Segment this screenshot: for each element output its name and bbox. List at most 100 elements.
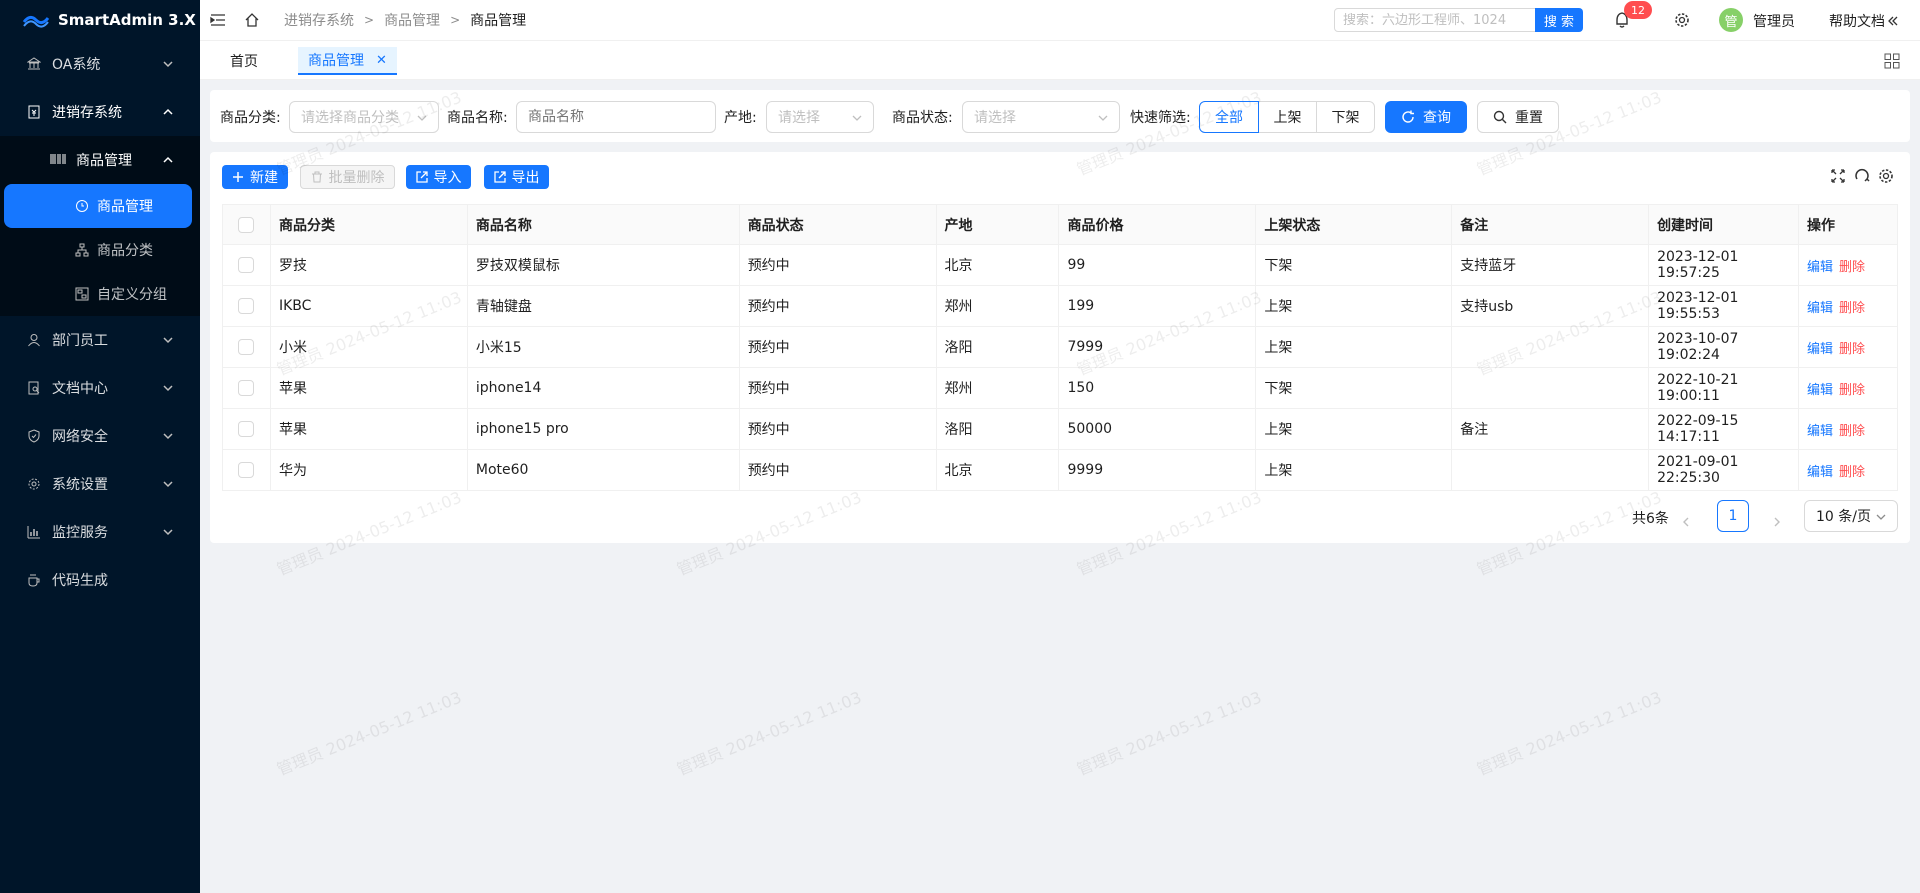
row-checkbox[interactable] [238,298,255,314]
sidebar-item-goods-manage[interactable]: 商品管理 [4,184,192,228]
table-row: 苹果 iphone14 预约中 郑州 150 下架 2022-10-21 19:… [222,367,1898,409]
edit-link[interactable]: 编辑 [1807,301,1833,316]
sidebar-item-goods-category[interactable]: 商品分类 [0,228,200,272]
edit-link[interactable]: 编辑 [1807,260,1833,275]
sidebar-item-label: 文档中心 [52,381,108,397]
new-button[interactable]: 新建 [222,165,288,189]
avatar[interactable]: 管 [1719,8,1743,32]
origin-select[interactable]: 请选择 [766,101,874,133]
menu-fold-icon[interactable] [210,12,226,28]
row-checkbox[interactable] [238,339,255,355]
select-all-checkbox[interactable] [238,216,255,233]
chevron-down-icon [852,115,862,121]
row-select-cell [222,408,271,450]
help-docs-link[interactable]: 帮助文档 [1829,11,1899,31]
chevron-down-icon [1098,115,1108,121]
batch-delete-button[interactable]: 批量删除 [300,165,395,189]
delete-link[interactable]: 删除 [1839,465,1865,480]
home-icon[interactable] [244,12,260,28]
edit-link[interactable]: 编辑 [1807,383,1833,398]
query-button[interactable]: 查询 [1385,101,1467,133]
edit-link[interactable]: 编辑 [1807,342,1833,357]
cell-price: 150 [1058,367,1257,409]
sidebar-item-oa[interactable]: OA系统 [0,40,200,88]
table-row: IKBC 青轴键盘 预约中 郑州 199 上架 支持usb 2023-12-01… [222,285,1898,327]
fullscreen-icon[interactable] [1830,168,1846,184]
sidebar-item-settings[interactable]: 系统设置 [0,460,200,508]
close-icon[interactable]: ✕ [376,53,387,68]
sidebar-item-docs[interactable]: 文档中心 [0,364,200,412]
barcode-icon [50,153,66,167]
app-logo[interactable]: SmartAdmin 3.X [0,0,200,40]
name-input[interactable] [517,102,715,132]
quick-filter-on-shelf[interactable]: 上架 [1258,101,1317,133]
tab-home[interactable]: 首页 [220,47,268,75]
export-icon [493,171,506,183]
gear-icon[interactable] [1878,168,1894,184]
row-select-cell [222,449,271,491]
sidebar-item-codegen[interactable]: 代码生成 [0,556,200,604]
category-select[interactable]: 请选择商品分类 [289,101,439,133]
column-header: 产地 [935,204,1060,245]
reload-icon[interactable] [1854,168,1870,184]
column-header: 商品分类 [269,204,468,245]
bank-icon [26,56,42,72]
cell-remark [1451,326,1650,368]
delete-link[interactable]: 删除 [1839,342,1865,357]
export-button[interactable]: 导出 [484,165,549,189]
row-checkbox[interactable] [238,257,255,273]
cell-remark [1451,449,1650,491]
shield-icon [26,428,42,444]
chevron-down-icon [163,481,173,488]
breadcrumb-item[interactable]: 进销存系统 [284,10,354,30]
row-checkbox[interactable] [238,421,255,437]
search-button[interactable]: 搜 索 [1535,8,1583,32]
sidebar-item-label: 自定义分组 [97,287,167,303]
reset-button[interactable]: 重置 [1477,101,1559,133]
gear-icon[interactable] [1674,12,1690,28]
delete-link[interactable]: 删除 [1839,301,1865,316]
quick-filter-all[interactable]: 全部 [1199,101,1259,133]
search-input[interactable] [1343,12,1535,28]
cell-shelf-status: 上架 [1255,285,1453,327]
chevron-left-icon[interactable] [1680,516,1692,528]
appstore-icon[interactable] [1884,53,1900,69]
cell-name: 青轴键盘 [466,285,740,327]
name-field-wrap [516,101,716,133]
chevron-up-icon [163,108,173,115]
sidebar-item-custom-group[interactable]: 自定义分组 [0,272,200,316]
watermark: 管理员 2024-05-12 11:03 [274,687,465,780]
sidebar-item-security[interactable]: 网络安全 [0,412,200,460]
logo-icon [22,15,50,28]
cluster-icon [75,243,89,257]
row-checkbox[interactable] [238,380,255,396]
delete-link[interactable]: 删除 [1839,260,1865,275]
chevron-right-icon[interactable] [1771,516,1783,528]
edit-link[interactable]: 编辑 [1807,424,1833,439]
cell-actions: 编辑 删除 [1798,326,1898,368]
status-select[interactable]: 请选择 [962,101,1120,133]
sidebar-item-erp[interactable]: 进销存系统 [0,88,200,136]
delete-link[interactable]: 删除 [1839,424,1865,439]
table-row: 华为 Mote60 预约中 北京 9999 上架 2021-09-01 22:2… [222,449,1898,491]
row-checkbox[interactable] [238,462,255,478]
quick-filter-off-shelf[interactable]: 下架 [1316,101,1375,133]
cell-price: 7999 [1058,326,1257,368]
chevron-up-icon [163,156,173,163]
group-icon [75,287,89,301]
edit-link[interactable]: 编辑 [1807,465,1833,480]
breadcrumb-item[interactable]: 商品管理 [384,10,440,30]
sidebar-item-staff[interactable]: 部门员工 [0,316,200,364]
user-name[interactable]: 管理员 [1753,11,1795,31]
import-button[interactable]: 导入 [406,165,471,189]
search-icon [1493,110,1507,124]
sidebar-item-monitor[interactable]: 监控服务 [0,508,200,556]
tab-goods-manage[interactable]: 商品管理 ✕ [298,47,397,75]
pagination-page[interactable]: 1 [1717,500,1749,532]
cell-name: 小米15 [466,326,740,368]
page-size-select[interactable]: 10 条/页 [1804,500,1898,532]
erp-submenu: 商品管理 商品管理 商品分类 自定义分组 [0,136,200,316]
chevron-down-icon [163,337,173,344]
delete-link[interactable]: 删除 [1839,383,1865,398]
sidebar-item-goods-group[interactable]: 商品管理 [0,136,200,184]
